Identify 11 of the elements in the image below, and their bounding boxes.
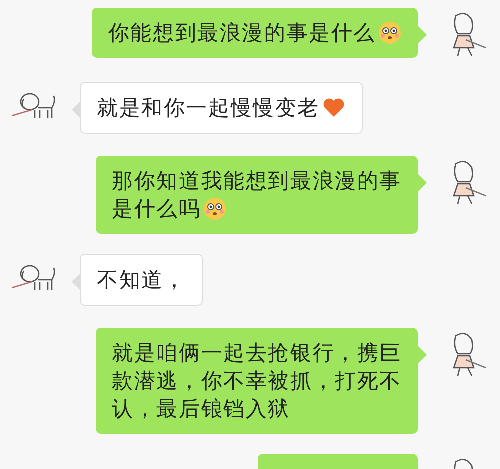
flushed-face-icon <box>378 21 402 45</box>
message-text: 是什么吗 <box>112 196 202 223</box>
flushed-face-icon <box>203 197 228 221</box>
message-text: 就是和你一起慢慢变老 <box>97 95 320 122</box>
heart-icon <box>322 96 346 120</box>
message-text: 不知道， <box>97 267 186 294</box>
message-text: 款潜逃，你不幸被抓，打死不 <box>112 368 402 395</box>
message-text: 认，最后锒铛入狱 <box>112 396 290 423</box>
message-text: 就是咱俩一起去抢银行，携巨 <box>112 340 402 367</box>
message-text: 你能想到最浪漫的事是什么 <box>108 20 376 47</box>
message-text: 那你知道我能想到最浪漫的事 <box>112 168 402 195</box>
